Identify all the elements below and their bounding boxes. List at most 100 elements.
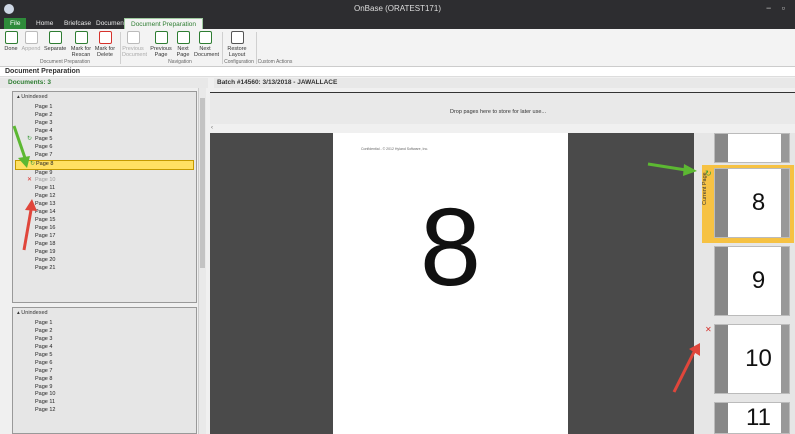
page-label: Page 9 <box>35 169 53 176</box>
mark-for-rescan-button[interactable]: Mark for Rescan <box>70 31 92 58</box>
viewer-scrollbar[interactable] <box>694 133 702 434</box>
document-tree-panel: ▴ Unindexed Page 1 Page 2 Page 3 Page 4 ↻ Pag… <box>0 88 208 434</box>
page-thumbnail[interactable]: 9 <box>714 246 790 316</box>
append-icon <box>24 31 38 44</box>
rescan-icon <box>74 31 88 44</box>
scrollbar-thumb[interactable] <box>200 98 205 268</box>
batch-title: Batch #14560: 3/13/2018 - JAWALLACE <box>214 78 795 88</box>
next-document-button[interactable]: Next Document <box>194 31 219 58</box>
page-label: Page 8 <box>36 160 54 167</box>
page-item[interactable]: Page 13 <box>13 201 196 209</box>
tab-home[interactable]: Home <box>30 18 59 29</box>
page-thumbnail[interactable]: 8 <box>714 168 790 238</box>
page-label: Page 17 <box>35 233 56 239</box>
page-item[interactable]: Page 6 <box>13 360 196 368</box>
window-title: OnBase (ORATEST171) <box>354 4 441 13</box>
document-page: Confidential - © 2012 Hyland Software, I… <box>333 133 568 434</box>
page-item[interactable]: Page 3 <box>13 336 196 344</box>
document-header[interactable]: ▴ Unindexed <box>13 308 196 320</box>
page-item[interactable]: Page 17 <box>13 233 196 241</box>
page-item[interactable]: Page 8 <box>13 376 196 384</box>
page-item[interactable]: Page 9 <box>13 384 196 392</box>
group-label-document-preparation: Document Preparation <box>39 59 91 65</box>
page-item[interactable]: Page 12 <box>13 407 196 415</box>
page-item[interactable]: Page 18 <box>13 241 196 249</box>
page-label: Page 6 <box>35 143 53 150</box>
delete-mark-icon: ✕ <box>705 325 712 334</box>
page-item[interactable]: Page 19 <box>13 249 196 257</box>
separate-icon <box>48 31 62 44</box>
page-thumbnail[interactable] <box>714 133 790 163</box>
page-item[interactable]: Page 3 <box>13 120 196 128</box>
delete-mark-icon <box>98 31 112 44</box>
page-item[interactable]: Page 11 <box>13 185 196 193</box>
page-item[interactable]: Page 5 <box>13 352 196 360</box>
page-item[interactable]: ↻ Page 5 <box>13 136 196 144</box>
page-label: Page 3 <box>35 119 53 126</box>
page-item[interactable]: Page 16 <box>13 225 196 233</box>
page-item[interactable]: Page 14 <box>13 209 196 217</box>
page-label: Page 12 <box>35 193 56 200</box>
left-scrollbar[interactable] <box>198 88 206 434</box>
page-item[interactable]: ↻ Page 8 <box>15 159 194 170</box>
rescan-mark-icon: ↻ <box>27 135 33 142</box>
page-item[interactable]: Page 10 <box>13 391 196 399</box>
page-item[interactable]: Page 4 <box>13 344 196 352</box>
mark-for-delete-button[interactable]: Mark for Delete <box>94 31 116 58</box>
page-thumbnail[interactable]: 11 <box>714 402 790 434</box>
page-label: Page 7 <box>35 151 53 158</box>
document-group: ▴ Unindexed Page 1 Page 2 Page 3 Page 4 Page… <box>12 307 197 434</box>
thumbnail-edge <box>715 403 728 433</box>
page-label: Page 11 <box>35 185 56 192</box>
page-item[interactable]: Page 7 <box>13 368 196 376</box>
drop-zone[interactable]: Drop pages here to store for later use..… <box>210 92 795 124</box>
delete-mark-icon: ✕ <box>27 177 33 184</box>
document-viewer[interactable]: Confidential - © 2012 Hyland Software, I… <box>210 133 694 434</box>
document-header[interactable]: ▴ Unindexed <box>13 92 196 104</box>
thumbnail-number: 11 <box>746 404 771 431</box>
separate-button[interactable]: Separate <box>44 31 66 52</box>
tab-file[interactable]: File <box>4 18 27 29</box>
previous-page-button[interactable]: Previous Page <box>150 31 172 58</box>
group-label-custom-actions: Custom Actions <box>257 59 293 65</box>
page-item[interactable]: Page 9 <box>13 170 196 178</box>
scroll-left-icon[interactable]: ‹ <box>211 125 213 131</box>
page-label: Page 21 <box>35 264 56 271</box>
page-label: Page 5 <box>35 135 53 142</box>
page-item[interactable]: Page 1 <box>13 104 196 112</box>
page-item[interactable]: Page 2 <box>13 328 196 336</box>
window-controls[interactable]: − ▫ <box>766 3 789 13</box>
page-item[interactable]: Page 1 <box>13 320 196 328</box>
done-button[interactable]: Done <box>0 31 22 52</box>
documents-count: Documents: 3 <box>0 78 208 88</box>
page-item[interactable]: Page 7 <box>13 152 196 160</box>
title-bar: OnBase (ORATEST171) − ▫ <box>0 0 795 18</box>
page-number-display: 8 <box>419 186 482 309</box>
page-item[interactable]: Page 11 <box>13 399 196 407</box>
page-thumbnail[interactable]: 10 <box>714 324 790 394</box>
page-item[interactable]: Page 6 <box>13 144 196 152</box>
page-item[interactable]: Page 12 <box>13 193 196 201</box>
page-item[interactable]: Page 4 <box>13 128 196 136</box>
page-item[interactable]: Page 21 <box>13 265 196 273</box>
rescan-mark-icon: ↻ <box>705 169 712 178</box>
page-label: Page 19 <box>35 248 56 255</box>
previous-page-icon <box>154 31 168 44</box>
previous-document-button[interactable]: Previous Document <box>122 31 147 58</box>
page-label: Page 15 <box>35 217 56 224</box>
page-label: Page 1 <box>35 104 53 110</box>
next-document-icon <box>198 31 212 44</box>
page-label: Page 2 <box>35 111 53 118</box>
page-label: Page 20 <box>35 256 56 263</box>
page-item[interactable]: ✕ Page 10 <box>13 177 196 185</box>
thumbnail-edge <box>781 134 789 162</box>
page-item[interactable]: Page 20 <box>13 257 196 265</box>
next-page-button[interactable]: Next Page <box>172 31 194 58</box>
thumbnail-number: 8 <box>751 189 766 216</box>
restore-layout-button[interactable]: Restore Layout <box>226 31 248 58</box>
page-item[interactable]: Page 2 <box>13 112 196 120</box>
group-label-navigation: Navigation <box>168 59 192 65</box>
append-button[interactable]: Append <box>20 31 42 52</box>
page-label: Page 10 <box>35 177 56 184</box>
page-item[interactable]: Page 15 <box>13 217 196 225</box>
